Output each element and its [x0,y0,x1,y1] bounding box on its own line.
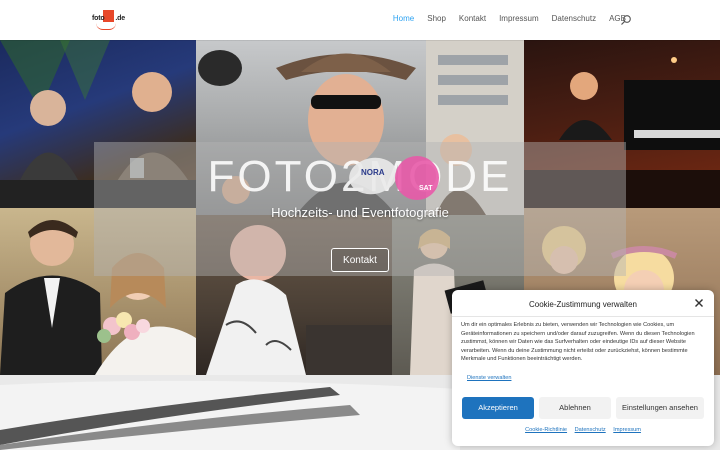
logo-text: foto .de [92,15,125,22]
cookie-policy-link[interactable]: Cookie-Richtlinie [525,427,567,433]
cookie-divider [452,316,714,317]
contact-button[interactable]: Kontakt [331,248,389,272]
accept-button[interactable]: Akzeptieren [462,397,534,419]
logo-swoosh [96,23,116,30]
nav-datenschutz[interactable]: Datenschutz [552,14,596,23]
hero-subtitle: Hochzeits- und Eventfotografie [271,205,449,220]
nav-impressum[interactable]: Impressum [499,14,539,23]
privacy-link[interactable]: Datenschutz [575,427,606,433]
cookie-footer-links: Cookie-Richtlinie Datenschutz Impressum [452,427,714,433]
hero-badges: NORA SAT [349,156,439,200]
site-header: foto .de Home Shop Kontakt Impressum Date… [0,0,720,40]
deny-button[interactable]: Ablehnen [539,397,611,419]
manage-services-link[interactable]: Dienste verwalten [467,375,511,381]
search-icon[interactable] [620,14,632,26]
nav-kontakt[interactable]: Kontakt [459,14,486,23]
nav-shop[interactable]: Shop [427,14,446,23]
main-nav: Home Shop Kontakt Impressum Datenschutz … [380,14,626,23]
imprint-link[interactable]: Impressum [613,427,641,433]
cookie-consent-dialog: Cookie-Zustimmung verwalten Um dir ein o… [452,290,714,446]
view-settings-button[interactable]: Einstellungen ansehen [616,397,704,419]
nav-home[interactable]: Home [393,14,414,23]
site-logo[interactable]: foto .de [92,10,128,30]
cookie-title: Cookie-Zustimmung verwalten [528,300,638,309]
close-icon[interactable] [694,298,704,308]
badge-sat: SAT [419,185,433,192]
cookie-description: Um dir ein optimales Erlebnis zu bieten,… [461,322,695,363]
badge-nora: NORA [361,168,385,177]
